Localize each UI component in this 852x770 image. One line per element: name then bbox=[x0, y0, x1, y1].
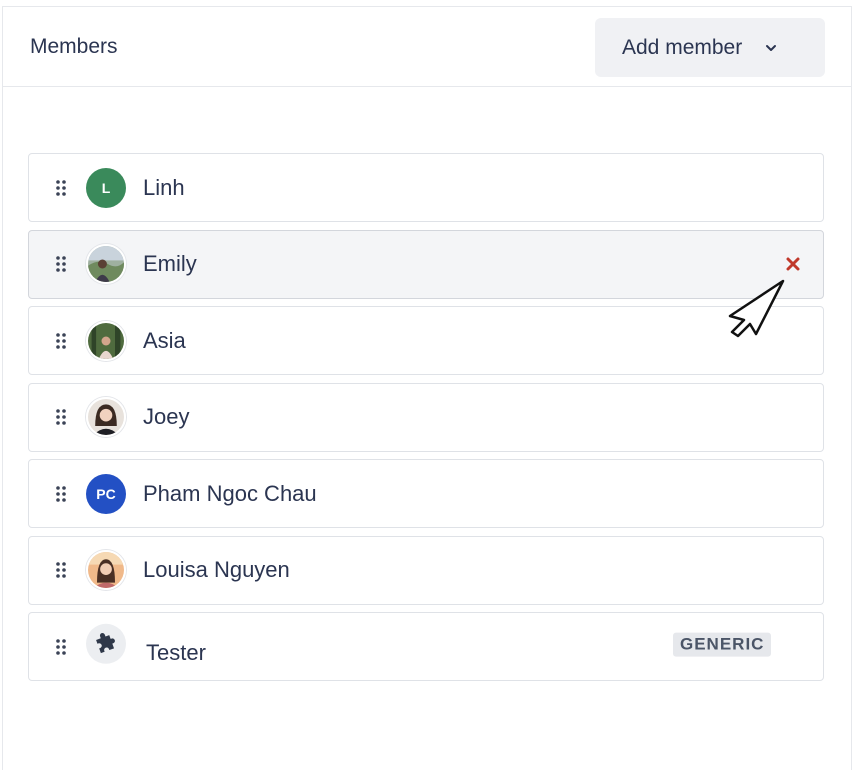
avatar-photo bbox=[86, 320, 126, 361]
member-name: Pham Ngoc Chau bbox=[143, 480, 317, 506]
chevron-down-icon bbox=[764, 41, 778, 55]
drag-handle-icon[interactable] bbox=[55, 638, 67, 656]
member-name: Emily bbox=[143, 251, 197, 276]
panel-header: Members Add member bbox=[3, 7, 851, 87]
member-row-joey[interactable]: Joey bbox=[28, 382, 824, 452]
member-list: L Linh Emily Asia Joey PC Pham Ngoc Chau… bbox=[28, 153, 824, 689]
member-name: Joey bbox=[143, 404, 190, 429]
puzzle-icon bbox=[86, 623, 126, 664]
add-member-label: Add member bbox=[622, 35, 743, 59]
close-icon[interactable] bbox=[783, 254, 803, 274]
avatar-initials: L bbox=[101, 179, 111, 196]
avatar: L bbox=[86, 167, 126, 208]
drag-handle-icon[interactable] bbox=[55, 255, 67, 273]
member-row-emily[interactable]: Emily bbox=[28, 229, 824, 299]
member-name: Asia bbox=[143, 327, 186, 353]
member-name: Louisa Nguyen bbox=[143, 557, 290, 582]
member-row-asia[interactable]: Asia bbox=[28, 306, 824, 375]
drag-handle-icon[interactable] bbox=[55, 179, 67, 197]
member-name: Tester bbox=[146, 640, 206, 665]
generic-badge: GENERIC bbox=[673, 632, 772, 657]
avatar: PC bbox=[86, 473, 126, 514]
drag-handle-icon[interactable] bbox=[55, 332, 67, 350]
avatar-photo bbox=[86, 244, 126, 284]
drag-handle-icon[interactable] bbox=[55, 408, 67, 426]
member-row-linh[interactable]: L Linh bbox=[28, 153, 824, 222]
member-name: Linh bbox=[143, 174, 185, 200]
drag-handle-icon[interactable] bbox=[55, 561, 67, 579]
add-member-button[interactable]: Add member bbox=[595, 18, 825, 77]
drag-handle-icon[interactable] bbox=[55, 485, 67, 503]
avatar-initials: PC bbox=[96, 485, 116, 502]
panel-title: Members bbox=[30, 35, 118, 58]
member-row-pham-ngoc-chau[interactable]: PC Pham Ngoc Chau bbox=[28, 459, 824, 528]
avatar-photo bbox=[86, 550, 126, 590]
member-row-louisa-nguyen[interactable]: Louisa Nguyen bbox=[28, 535, 824, 605]
member-row-tester[interactable]: Tester GENERIC bbox=[28, 612, 824, 681]
avatar-photo bbox=[86, 397, 126, 437]
